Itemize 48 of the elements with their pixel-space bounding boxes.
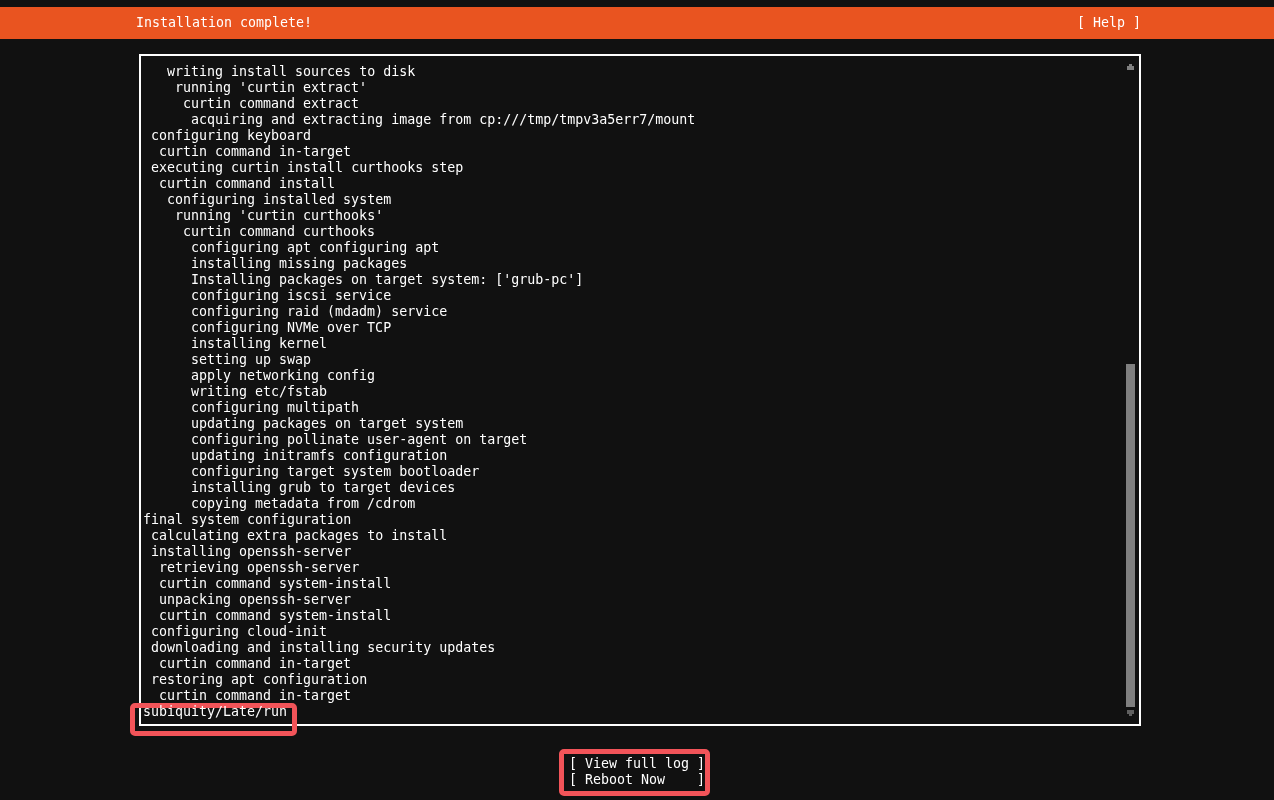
log-line: curtin command in-target <box>159 144 352 159</box>
log-line: final system configuration <box>143 512 352 527</box>
log-line: installing openssh-server <box>151 544 352 559</box>
log-line: installing missing packages <box>191 256 408 271</box>
log-line: configuring multipath <box>191 400 360 415</box>
log-line: apply networking config <box>191 368 376 383</box>
log-line: curtin command system-install <box>159 576 392 591</box>
log-line: subiquity/Late/run <box>143 704 288 719</box>
log-line: curtin command extract <box>183 96 360 111</box>
log-line: calculating extra packages to install <box>151 528 448 543</box>
log-line: updating packages on target system <box>191 416 464 431</box>
scrollbar-thumb[interactable] <box>1126 364 1135 707</box>
log-line: installing kernel <box>191 336 328 351</box>
log-line: running 'curtin extract' <box>175 80 368 95</box>
menu-button[interactable]: [ View full log ] <box>568 756 706 772</box>
log-line: copying metadata from /cdrom <box>191 496 416 511</box>
log-line: curtin command system-install <box>159 608 392 623</box>
log-line: retrieving openssh-server <box>159 560 360 575</box>
log-line: configuring target system bootloader <box>191 464 480 479</box>
log-line: setting up swap <box>191 352 312 367</box>
help-link[interactable]: [ Help ] <box>1076 15 1141 31</box>
menu-button[interactable]: [ Reboot Now ] <box>568 772 706 788</box>
log-line: running 'curtin curthooks' <box>175 208 384 223</box>
log-line: configuring installed system <box>167 192 392 207</box>
log-line: configuring apt configuring apt <box>191 240 440 255</box>
log-line: curtin command in-target <box>159 656 352 671</box>
log-line: configuring cloud-init <box>151 624 328 639</box>
log-line: Installing packages on target system: ['grub-pc'] <box>191 272 584 287</box>
log-line: curtin command install <box>159 176 336 191</box>
log-line: restoring apt configuration <box>151 672 368 687</box>
log-line: configuring NVMe over TCP <box>191 320 392 335</box>
header-title: Installation complete! <box>136 15 313 31</box>
log-line: unpacking openssh-server <box>159 592 352 607</box>
log-line: installing grub to target devices <box>191 480 456 495</box>
log-line: configuring pollinate user-agent on target <box>191 432 528 447</box>
log-line: configuring keyboard <box>151 128 312 143</box>
log-line: acquiring and extracting image from cp:///tmp/tmpv3a5err7/mount <box>191 112 696 127</box>
log-line: executing curtin install curthooks step <box>151 160 464 175</box>
log-line: updating initramfs configuration <box>191 448 448 463</box>
log-line: configuring raid (mdadm) service <box>191 304 448 319</box>
log-line: writing install sources to disk <box>167 64 416 79</box>
log-line: downloading and installing security updates <box>151 640 496 655</box>
log-line: curtin command in-target <box>159 688 352 703</box>
log-line: writing etc/fstab <box>191 384 328 399</box>
log-line: curtin command curthooks <box>183 224 376 239</box>
scroll-up-icon[interactable] <box>1127 64 1134 70</box>
scroll-down-icon[interactable] <box>1127 710 1134 716</box>
log-line: configuring iscsi service <box>191 288 392 303</box>
